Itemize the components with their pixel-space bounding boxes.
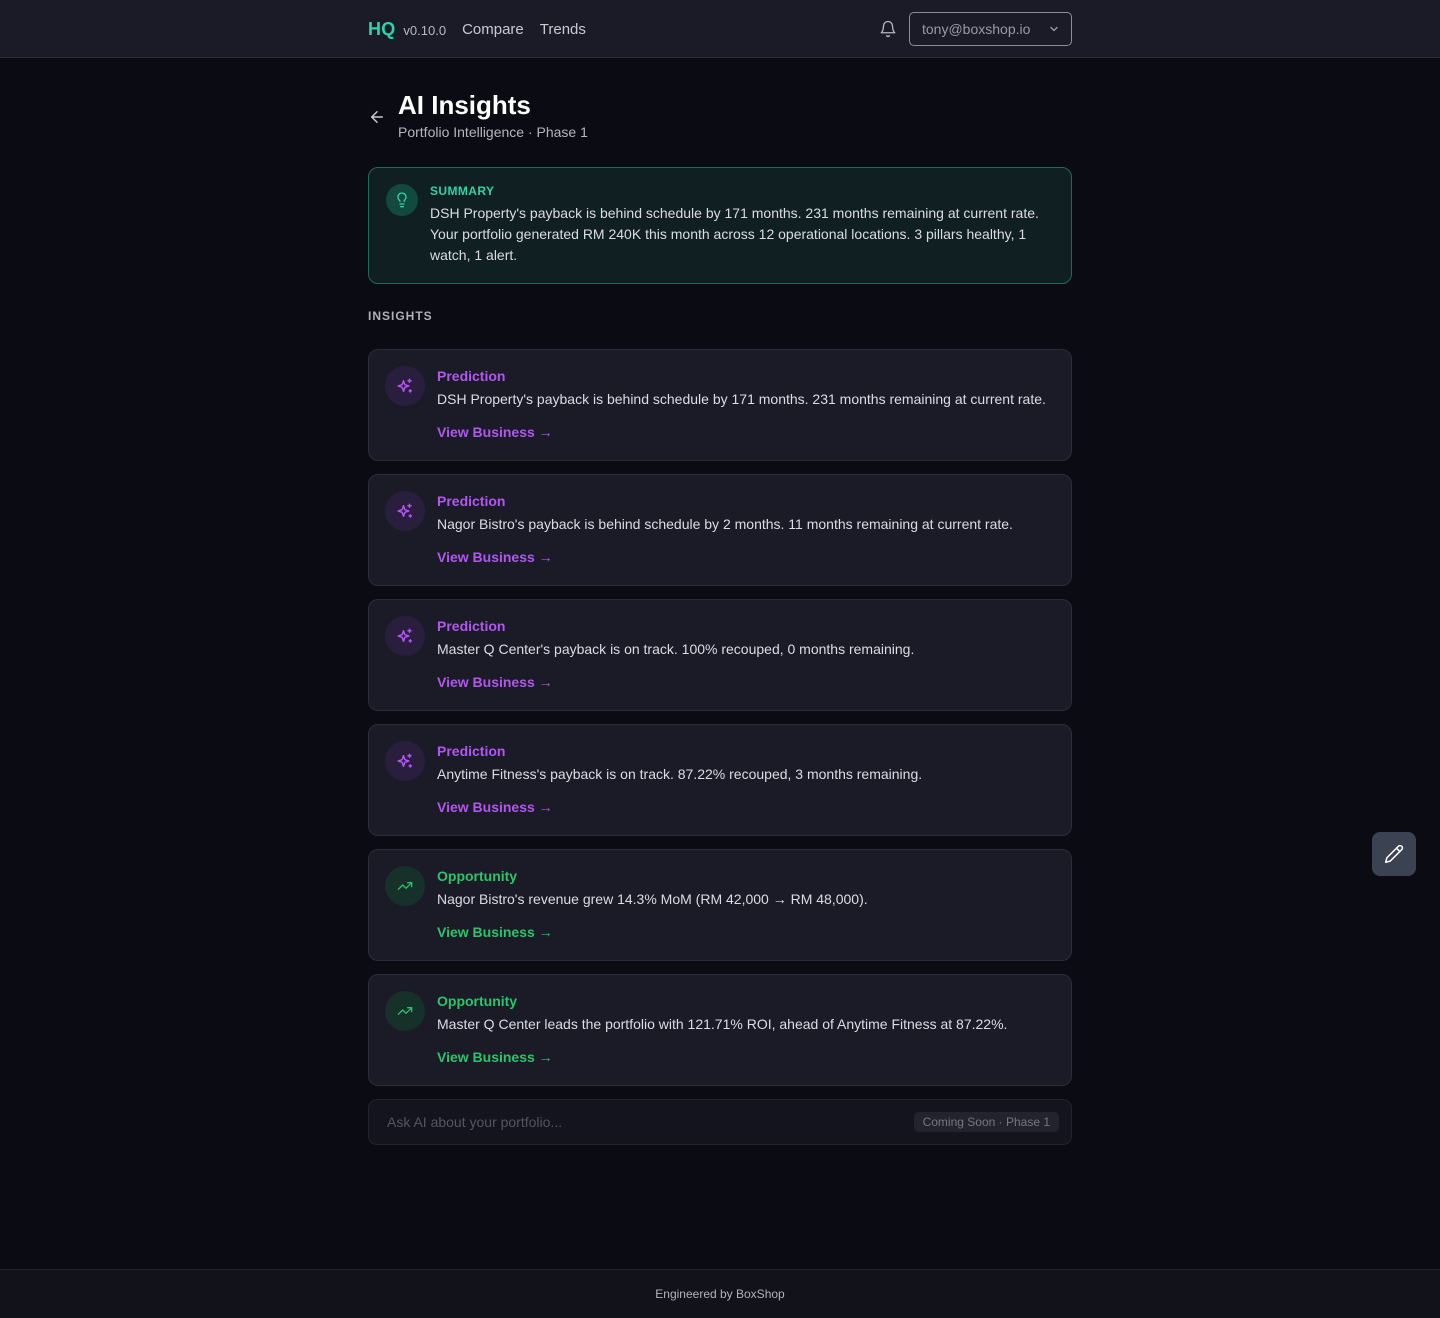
insight-text: DSH Property's payback is behind schedul…: [437, 391, 1046, 407]
main-content: AI Insights Portfolio Intelligence · Pha…: [368, 58, 1072, 1145]
insights-list: Prediction DSH Property's payback is beh…: [368, 349, 1072, 1086]
lightbulb-icon: [386, 184, 418, 216]
view-business-link[interactable]: View Business →: [437, 799, 553, 815]
top-nav: HQ v0.10.0 Compare Trends tony@boxshop.i…: [0, 0, 1440, 58]
insight-card: Prediction Master Q Center's payback is …: [368, 599, 1072, 711]
page-title: AI Insights: [398, 90, 531, 120]
insight-text: Nagor Bistro's revenue grew 14.3% MoM (R…: [437, 891, 868, 907]
insight-card: Prediction DSH Property's payback is beh…: [368, 349, 1072, 461]
view-business-link[interactable]: View Business →: [437, 549, 553, 565]
insight-card: Opportunity Nagor Bistro's revenue grew …: [368, 849, 1072, 961]
insight-type: Prediction: [437, 743, 506, 759]
bell-icon[interactable]: [879, 20, 897, 38]
view-business-link[interactable]: View Business →: [437, 1049, 553, 1065]
insight-card: Prediction Anytime Fitness's payback is …: [368, 724, 1072, 836]
view-business-link[interactable]: View Business →: [437, 674, 553, 690]
footer-text: Engineered by BoxShop: [655, 1287, 785, 1301]
sparkle-icon: [385, 616, 425, 656]
sparkle-icon: [385, 366, 425, 406]
ask-ai-input[interactable]: [385, 1113, 914, 1131]
back-arrow-icon[interactable]: [368, 108, 386, 126]
summary-label: SUMMARY: [430, 184, 495, 198]
account-dropdown[interactable]: tony@boxshop.io: [909, 12, 1072, 46]
footer: Engineered by BoxShop: [0, 1269, 1440, 1318]
insight-card: Prediction Nagor Bistro's payback is beh…: [368, 474, 1072, 586]
insight-text: Nagor Bistro's payback is behind schedul…: [437, 516, 1013, 532]
view-business-link[interactable]: View Business →: [437, 424, 553, 440]
insight-type: Prediction: [437, 368, 506, 384]
trending-up-icon: [385, 866, 425, 906]
version-label: v0.10.0: [403, 23, 447, 38]
insight-type: Prediction: [437, 618, 506, 634]
pencil-icon: [1384, 844, 1404, 864]
view-business-link[interactable]: View Business →: [437, 924, 553, 940]
insight-text: Master Q Center's payback is on track. 1…: [437, 641, 915, 657]
insight-type: Prediction: [437, 493, 506, 509]
summary-text: DSH Property's payback is behind schedul…: [430, 205, 1039, 263]
insight-card: Opportunity Master Q Center leads the po…: [368, 974, 1072, 1086]
insight-type: Opportunity: [437, 993, 518, 1009]
insights-section-label: INSIGHTS: [368, 309, 433, 323]
sparkle-icon: [385, 491, 425, 531]
insight-text: Master Q Center leads the portfolio with…: [437, 1016, 1008, 1032]
account-email: tony@boxshop.io: [922, 21, 1031, 37]
insight-type: Opportunity: [437, 868, 518, 884]
insight-text: Anytime Fitness's payback is on track. 8…: [437, 766, 923, 782]
coming-soon-badge: Coming Soon · Phase 1: [913, 1112, 1059, 1132]
brand-logo[interactable]: HQ: [368, 19, 395, 40]
page-header: AI Insights Portfolio Intelligence · Pha…: [368, 58, 1072, 166]
page-subtitle: Portfolio Intelligence · Phase 1: [398, 124, 588, 140]
top-nav-inner: HQ v0.10.0 Compare Trends tony@boxshop.i…: [368, 0, 1072, 58]
sparkle-icon: [385, 741, 425, 781]
summary-card: SUMMARY DSH Property's payback is behind…: [368, 167, 1072, 284]
ask-ai-bar: Coming Soon · Phase 1: [368, 1099, 1072, 1145]
chevron-down-icon: [1050, 26, 1058, 32]
trending-up-icon: [385, 991, 425, 1031]
nav-link-trends[interactable]: Trends: [540, 21, 586, 38]
nav-link-compare[interactable]: Compare: [462, 21, 524, 38]
edit-fab-button[interactable]: [1372, 832, 1416, 876]
